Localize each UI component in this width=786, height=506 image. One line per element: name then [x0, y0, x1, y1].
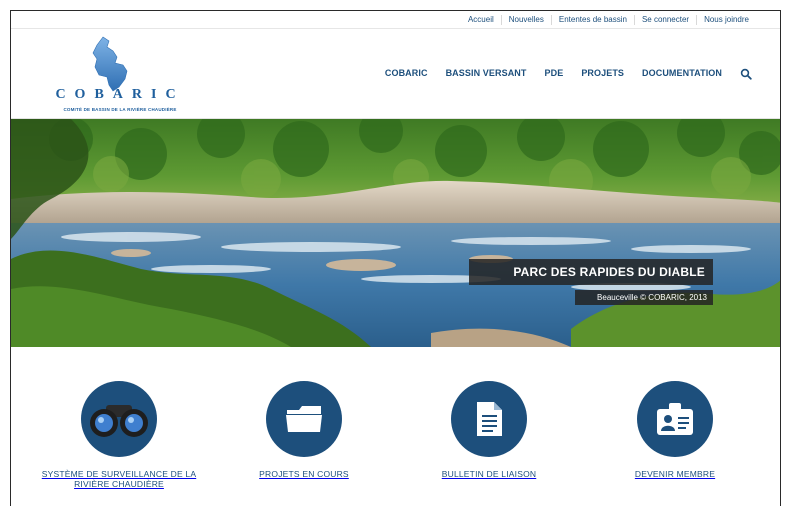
- topbar-link-connecter[interactable]: Se connecter: [633, 14, 696, 25]
- hero-caption-title: PARC DES RAPIDES DU DIABLE: [469, 259, 713, 285]
- search-icon[interactable]: [740, 67, 752, 80]
- feature-surveillance[interactable]: SYSTÈME DE SURVEILLANCE DE LA RIVIÈRE CH…: [39, 381, 199, 489]
- nav-item-projets[interactable]: PROJETS: [581, 68, 624, 78]
- feature-projets[interactable]: PROJETS EN COURS: [224, 381, 384, 479]
- browser-page: Accueil Nouvelles Ententes de bassin Se …: [10, 10, 781, 506]
- id-badge-icon: [637, 381, 713, 457]
- top-utility-bar: Accueil Nouvelles Ententes de bassin Se …: [11, 11, 780, 29]
- hero-caption-credit: Beauceville © COBARIC, 2013: [575, 290, 713, 305]
- site-logo[interactable]: COBARIC COMITÉ DE BASSIN DE LA RIVIÈRE C…: [55, 35, 185, 115]
- nav-item-pde[interactable]: PDE: [545, 68, 564, 78]
- nav-item-cobaric[interactable]: COBARIC: [385, 68, 428, 78]
- nav-item-documentation[interactable]: DOCUMENTATION: [642, 68, 722, 78]
- main-navigation: COBARIC BASSIN VERSANT PDE PROJETS DOCUM…: [367, 67, 752, 80]
- feature-label-surveillance: SYSTÈME DE SURVEILLANCE DE LA RIVIÈRE CH…: [41, 469, 197, 489]
- document-icon: [451, 381, 527, 457]
- binoculars-icon: [81, 381, 157, 457]
- site-header: COBARIC COMITÉ DE BASSIN DE LA RIVIÈRE C…: [11, 29, 780, 119]
- topbar-link-ententes[interactable]: Ententes de bassin: [550, 14, 634, 25]
- feature-label-projets: PROJETS EN COURS: [259, 469, 349, 479]
- hero-image: [11, 119, 780, 347]
- topbar-link-accueil[interactable]: Accueil: [461, 15, 501, 25]
- topbar-link-joindre[interactable]: Nous joindre: [696, 14, 756, 25]
- logo-subtitle: COMITÉ DE BASSIN DE LA RIVIÈRE CHAUDIÈRE: [63, 107, 177, 112]
- watershed-map-icon: [92, 36, 128, 92]
- topbar-link-nouvelles[interactable]: Nouvelles: [500, 14, 551, 25]
- feature-label-bulletin: BULLETIN DE LIAISON: [441, 469, 537, 479]
- nav-item-bassin-versant[interactable]: BASSIN VERSANT: [446, 68, 527, 78]
- logo-wordmark: COBARIC: [55, 87, 185, 102]
- folder-icon: [266, 381, 342, 457]
- feature-label-membre: DEVENIR MEMBRE: [634, 469, 716, 479]
- features-section: SYSTÈME DE SURVEILLANCE DE LA RIVIÈRE CH…: [11, 347, 780, 506]
- feature-membre[interactable]: DEVENIR MEMBRE: [595, 381, 755, 479]
- feature-bulletin[interactable]: BULLETIN DE LIAISON: [409, 381, 569, 479]
- hero-slider[interactable]: PARC DES RAPIDES DU DIABLE Beauceville ©…: [11, 119, 780, 347]
